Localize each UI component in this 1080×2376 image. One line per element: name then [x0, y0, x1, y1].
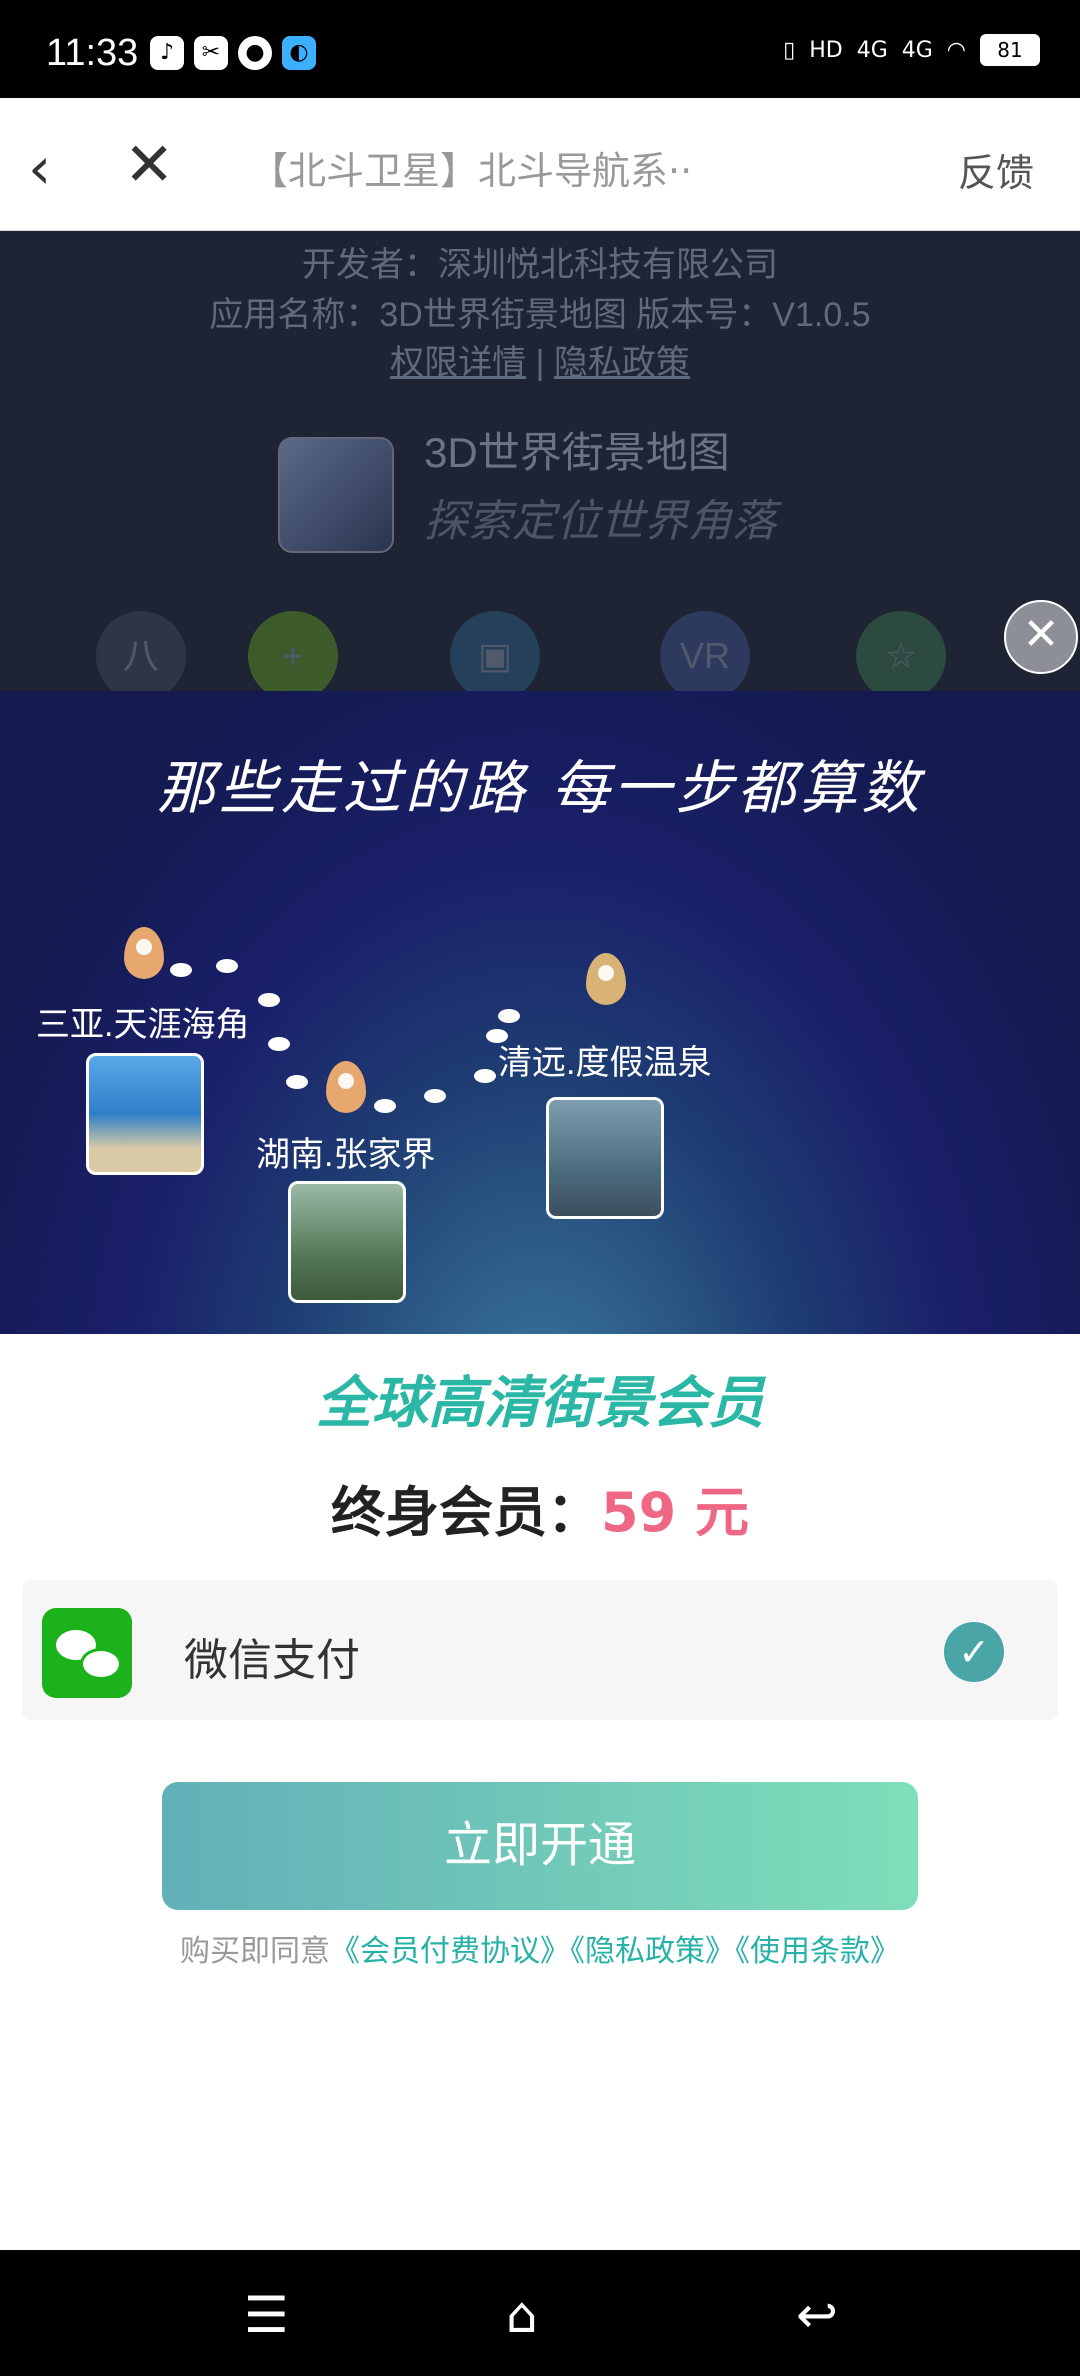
app-slogan: 探索定位世界角落 — [424, 497, 776, 546]
payment-method-label: 微信支付 — [184, 1635, 360, 1686]
footprint-icon — [216, 959, 238, 973]
category-row: 八 + ▣ VR ☆ — [0, 611, 1080, 701]
location-pin-icon — [124, 927, 164, 979]
page-title: 【北斗卫星】北斗导航系·· — [250, 149, 693, 193]
member-agreement-link[interactable]: 《会员付费协议》 — [330, 1934, 570, 1969]
wifi-icon: ◠ — [946, 37, 966, 63]
wechat-icon — [42, 1608, 132, 1698]
footprint-icon — [498, 1009, 520, 1023]
tiktok-icon: ♪ — [150, 36, 184, 70]
footprint-icon — [258, 993, 280, 1007]
membership-title: 全球高清街景会员 — [316, 1371, 764, 1436]
app-info-section: 开发者：深圳悦北科技有限公司 应用名称：3D世界街景地图 版本号：V1.0.5 … — [0, 231, 1080, 701]
notification-icons: ♪ ✂ ● ◐ — [150, 36, 316, 70]
app-notification-icon: ✂ — [194, 36, 228, 70]
link-separator: | — [535, 344, 545, 382]
message-icon: ● — [238, 36, 272, 70]
battery-icon: 81 — [980, 34, 1040, 66]
developer-text: 开发者：深圳悦北科技有限公司 — [302, 246, 778, 284]
menu-icon[interactable]: ☰ — [244, 2286, 289, 2344]
sanya-photo — [86, 1053, 204, 1175]
hd-icon: HD — [809, 37, 843, 63]
back-icon[interactable]: ‹ — [28, 134, 51, 202]
footprint-icon — [286, 1075, 308, 1089]
open-membership-button[interactable]: 立即开通 — [162, 1782, 918, 1910]
checkmark-icon[interactable]: ✓ — [944, 1622, 1004, 1682]
wechat-pay-option[interactable]: 微信支付 ✓ — [22, 1580, 1058, 1720]
footprint-icon — [424, 1089, 446, 1103]
location-pin-icon — [326, 1061, 366, 1113]
price-line: 终身会员：59 元 — [0, 1468, 1080, 1547]
qingyuan-photo — [546, 1097, 664, 1219]
footprint-icon — [170, 963, 192, 977]
price-label: 终身会员： — [331, 1481, 602, 1544]
terms-link[interactable]: 《使用条款》 — [735, 1934, 900, 1969]
app-name: 3D世界街景地图 — [424, 429, 730, 476]
agree-prefix: 购买即同意 — [180, 1934, 330, 1969]
permissions-link[interactable]: 权限详情 — [390, 344, 526, 382]
place-label-qingyuan: 清远.度假温泉 — [498, 1044, 712, 1082]
banner-headline: 那些走过的路 每一步都算数 — [156, 754, 924, 822]
app-name-version: 应用名称：3D世界街景地图 版本号：V1.0.5 — [209, 296, 871, 334]
signal-4g-icon: 4G — [856, 37, 888, 63]
agreement-text: 购买即同意《会员付费协议》《隐私政策》《使用条款》 — [0, 1926, 1080, 1970]
category-icon-2[interactable]: + — [248, 611, 338, 701]
info-links: 权限详情 | 隐私政策 — [0, 335, 1080, 384]
privacy-policy-link[interactable]: 《隐私政策》 — [570, 1934, 735, 1969]
close-icon[interactable]: ✕ — [124, 130, 174, 200]
category-icon-5[interactable]: ☆ — [856, 611, 946, 701]
location-pin-icon — [586, 953, 626, 1005]
browser-icon: ◐ — [282, 36, 316, 70]
footprint-icon — [268, 1037, 290, 1051]
status-time: 11:33 — [46, 32, 139, 74]
back-nav-icon[interactable]: ↩ — [796, 2286, 838, 2344]
modal-close-icon[interactable]: ✕ — [1004, 600, 1078, 674]
system-nav-bar: ☰ ⌂ ↩ — [0, 2250, 1080, 2376]
status-right: ▯ HD 4G 4G ◠ 81 — [783, 34, 1040, 66]
promo-banner: 那些走过的路 每一步都算数 三亚.天涯海角 湖南.张家界 清远.度假温泉 — [0, 691, 1080, 1334]
feedback-button[interactable]: 反馈 — [958, 142, 1034, 197]
place-label-zhangjiajie: 湖南.张家界 — [256, 1136, 436, 1174]
category-icon-3[interactable]: ▣ — [450, 611, 540, 701]
app-icon — [278, 437, 394, 553]
zhangjiajie-photo — [288, 1181, 406, 1303]
privacy-link[interactable]: 隐私政策 — [554, 344, 690, 382]
category-icon-4[interactable]: VR — [660, 611, 750, 701]
nav-bar: ‹ ✕ 【北斗卫星】北斗导航系·· 反馈 — [0, 98, 1080, 231]
footprint-icon — [374, 1099, 396, 1113]
price-value: 59 元 — [601, 1481, 749, 1544]
footprint-icon — [474, 1069, 496, 1083]
place-label-sanya: 三亚.天涯海角 — [36, 1006, 250, 1044]
category-icon-1[interactable]: 八 — [96, 611, 186, 701]
status-bar: 11:33 ♪ ✂ ● ◐ ▯ HD 4G 4G ◠ 81 — [0, 0, 1080, 98]
signal-4g-icon-2: 4G — [901, 37, 933, 63]
vibrate-icon: ▯ — [783, 37, 796, 63]
home-icon[interactable]: ⌂ — [506, 2286, 538, 2344]
